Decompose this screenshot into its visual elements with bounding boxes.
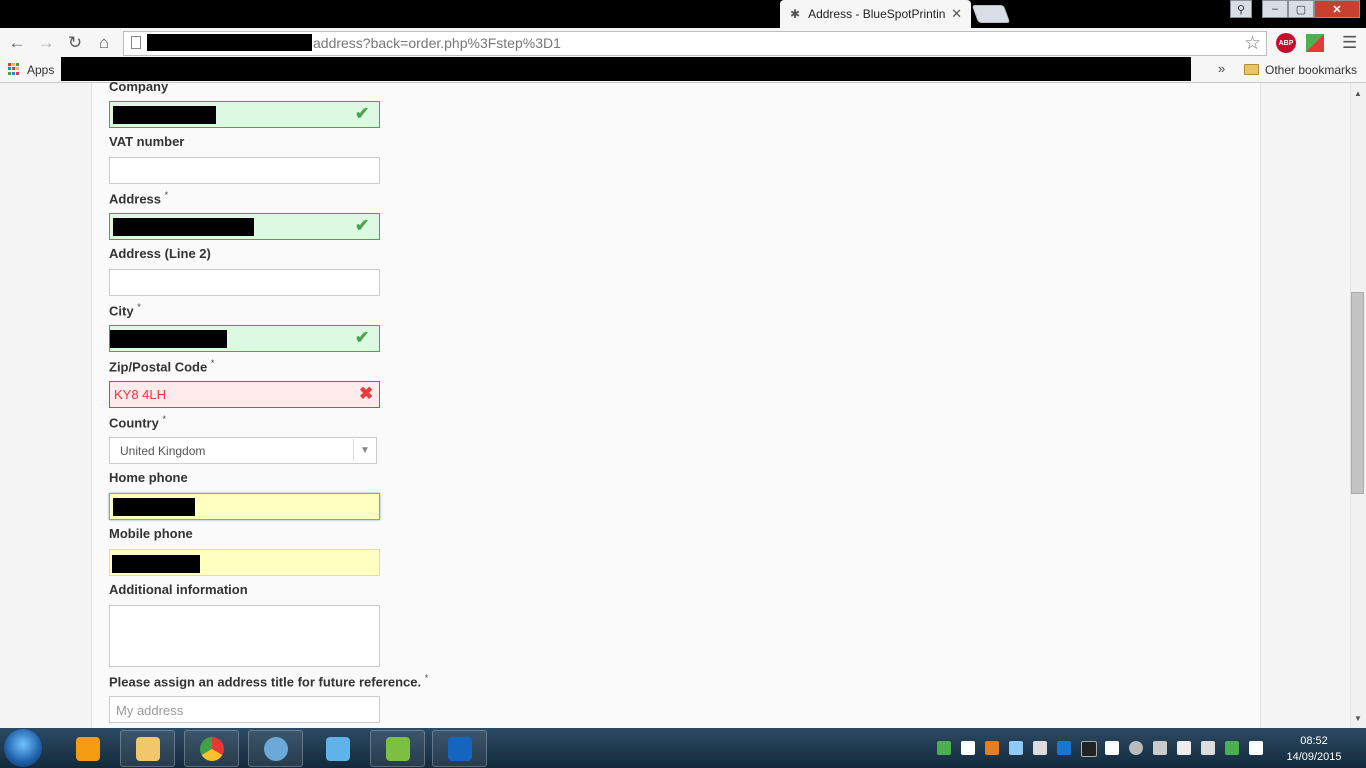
network-tray-icon[interactable]	[1009, 741, 1023, 755]
download-tray-icon[interactable]	[937, 741, 951, 755]
country-select[interactable]: United Kingdom ▼	[109, 437, 377, 464]
chrome-glyph	[199, 736, 224, 761]
chrome-taskbar-icon[interactable]	[184, 730, 239, 767]
folder-glyph	[135, 736, 160, 761]
window-controls: ⚲ ‒ ▢ ✕	[1230, 0, 1360, 20]
address-label: Address *	[109, 190, 169, 207]
scroll-up-icon[interactable]: ▲	[1354, 89, 1362, 98]
outlook-icon[interactable]	[432, 730, 487, 767]
redacted-value	[113, 498, 195, 516]
zip-field[interactable]: KY8 4LH ✖	[109, 381, 380, 408]
adblock-label: ABP	[1278, 39, 1294, 47]
outlook-tray-icon[interactable]	[1057, 741, 1071, 755]
tab-title: Address - BlueSpotPrinting	[808, 7, 946, 21]
alias-field[interactable]: My address	[109, 696, 380, 723]
apps-link[interactable]: Apps	[27, 63, 54, 77]
zip-value: KY8 4LH	[114, 387, 167, 402]
mobile-phone-label: Mobile phone	[109, 526, 193, 541]
clock-time: 08:52	[1300, 735, 1328, 747]
evernote-icon[interactable]	[370, 730, 425, 767]
home-phone-field[interactable]	[109, 493, 380, 520]
extension-icon[interactable]	[1306, 34, 1324, 52]
close-window-button[interactable]: ✕	[1314, 0, 1360, 18]
app-tray-icon[interactable]	[985, 741, 999, 755]
page-icon	[131, 36, 141, 49]
city-label: City *	[109, 302, 141, 319]
scroll-down-icon[interactable]: ▼	[1354, 714, 1362, 723]
tab-close-icon[interactable]: ✕	[951, 6, 962, 22]
valid-check-icon: ✔	[355, 104, 370, 123]
mail-tray-icon[interactable]	[1033, 741, 1047, 755]
company-label: Company	[109, 79, 169, 94]
invalid-cross-icon: ✖	[359, 384, 374, 403]
new-tab-button[interactable]	[971, 5, 1011, 23]
city-field[interactable]: ✔	[109, 325, 380, 352]
alias-label: Please assign an address title for futur…	[109, 673, 429, 690]
windows-tray-icon[interactable]	[961, 741, 975, 755]
back-icon[interactable]: ←	[7, 33, 27, 53]
bookmarks-redacted	[61, 57, 1191, 81]
alias-placeholder: My address	[116, 703, 184, 718]
company-field[interactable]: ✔	[109, 101, 380, 128]
window-title-bar	[0, 0, 1366, 28]
user-profile-icon[interactable]: ⚲	[1230, 0, 1252, 18]
chrome-menu-icon[interactable]: ☰	[1342, 33, 1357, 53]
redacted-value	[110, 330, 227, 348]
additional-info-label: Additional information	[109, 582, 248, 597]
address-field[interactable]: ✔	[109, 213, 380, 240]
bookmark-star-icon[interactable]: ☆	[1244, 32, 1261, 55]
additional-info-textarea[interactable]	[109, 605, 380, 667]
messenger-glyph	[325, 736, 350, 761]
taskbar-clock[interactable]: 08:52 14/09/2015	[1282, 733, 1346, 765]
flag-tray-icon[interactable]	[1249, 741, 1263, 755]
url-text[interactable]: address?back=order.php%3Fstep%3D1	[313, 35, 561, 51]
country-label: Country *	[109, 414, 166, 431]
media-player-glyph	[75, 736, 100, 761]
messenger-icon[interactable]	[310, 730, 365, 767]
evernote-glyph	[385, 736, 410, 761]
address2-label: Address (Line 2)	[109, 246, 211, 261]
redacted-value	[113, 218, 254, 236]
zip-label: Zip/Postal Code *	[109, 358, 215, 375]
media-player-icon[interactable]	[60, 730, 115, 767]
url-redacted	[147, 34, 312, 51]
start-button[interactable]	[4, 729, 42, 767]
mobile-phone-field[interactable]	[109, 549, 380, 576]
home-icon[interactable]: ⌂	[94, 33, 114, 53]
volume-tray-icon[interactable]	[1153, 741, 1167, 755]
tab-address[interactable]: ✱ Address - BlueSpotPrinting ✕	[780, 0, 971, 28]
valid-check-icon: ✔	[355, 328, 370, 347]
other-bookmarks-link[interactable]: Other bookmarks	[1265, 63, 1357, 77]
explorer-icon[interactable]	[120, 730, 175, 767]
dropbox-tray-icon[interactable]	[1105, 741, 1119, 755]
outlook-glyph	[447, 736, 472, 761]
favicon-icon: ✱	[790, 7, 801, 21]
redacted-value	[112, 555, 200, 573]
signal-tray-icon[interactable]	[1201, 741, 1215, 755]
reload-icon[interactable]: ↻	[65, 33, 85, 53]
minimize-button[interactable]: ‒	[1262, 0, 1288, 18]
battery-tray-icon[interactable]	[1177, 741, 1191, 755]
redacted-value	[113, 106, 216, 124]
camera-tray-icon[interactable]	[1081, 741, 1097, 757]
chevron-down-icon[interactable]: ▼	[353, 439, 376, 461]
maximize-button[interactable]: ▢	[1288, 0, 1314, 18]
bookmarks-overflow-button[interactable]: »	[1218, 61, 1225, 76]
sync-tray-icon[interactable]	[1129, 741, 1143, 755]
browser-alt-glyph	[263, 736, 288, 761]
address2-field[interactable]	[109, 269, 380, 296]
forward-icon[interactable]: →	[36, 33, 56, 53]
scrollbar-thumb[interactable]	[1351, 292, 1364, 494]
vat-field[interactable]	[109, 157, 380, 184]
valid-check-icon: ✔	[355, 216, 370, 235]
home-phone-label: Home phone	[109, 470, 188, 485]
clock-date: 14/09/2015	[1286, 751, 1342, 763]
adblock-plus-icon[interactable]: ABP	[1276, 33, 1296, 53]
browser-alt-icon[interactable]	[248, 730, 303, 767]
update-tray-icon[interactable]	[1225, 741, 1239, 755]
apps-grid-icon[interactable]	[8, 63, 20, 75]
vat-label: VAT number	[109, 134, 185, 149]
folder-icon	[1244, 64, 1259, 75]
country-selected-value: United Kingdom	[120, 444, 206, 458]
